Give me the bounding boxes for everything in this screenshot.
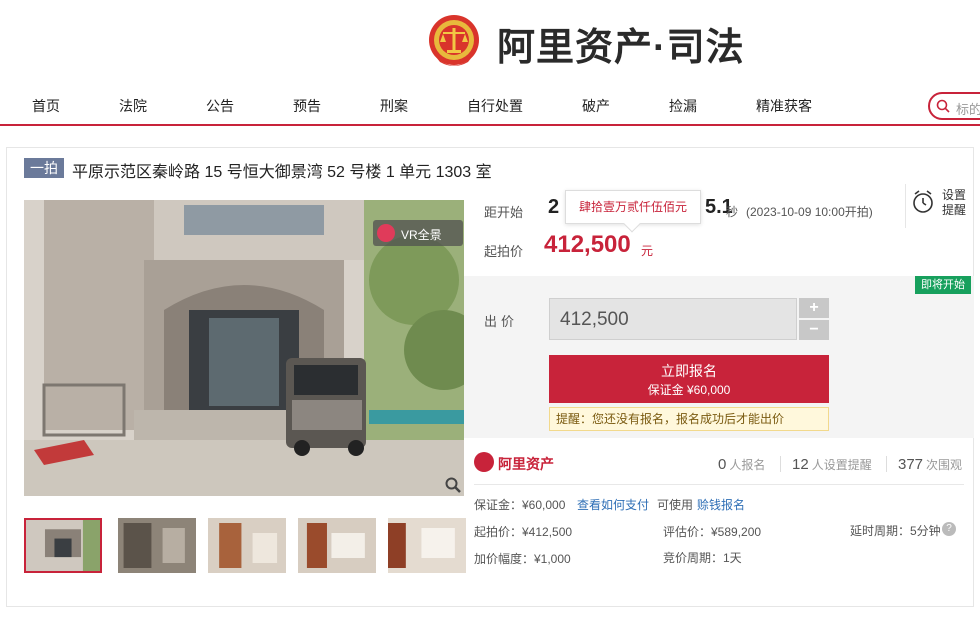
deposit-info: 保证金：¥60,000	[474, 498, 566, 512]
zero-deposit-link[interactable]: 赊钱报名	[697, 496, 745, 513]
start-price-value: 412,500	[544, 231, 631, 258]
help-icon[interactable]: ?	[942, 522, 956, 536]
zoom-icon[interactable]	[444, 476, 462, 494]
bid-label: 出价	[484, 314, 519, 329]
ali-assets-logo-text: 阿里资产	[498, 456, 554, 472]
bid-increase-button[interactable]: +	[799, 298, 829, 318]
reminder-count-label: 人设置提醒	[811, 458, 872, 472]
bid-decrease-button[interactable]: −	[799, 320, 829, 340]
auction-title: 平原示范区秦岭路 15 号恒大御景湾 52 号楼 1 单元 1303 室	[72, 164, 492, 181]
search-placeholder: 标的	[956, 102, 980, 117]
start-price-unit: 元	[641, 244, 654, 258]
can-use-label: 可使用	[657, 498, 694, 512]
registered-label: 人报名	[729, 458, 766, 472]
vr-tour-button[interactable]: VR全景	[373, 220, 463, 246]
nav-item-preview[interactable]: 预告	[293, 96, 321, 116]
vr-icon	[377, 224, 395, 242]
auction-start-time: (2023-10-09 10:00开拍)	[746, 205, 873, 219]
register-label: 立即报名	[661, 363, 717, 379]
registration-hint: 提醒：您还没有报名，报名成功后才能出价	[549, 407, 829, 431]
tooltip-text: 肆拾壹万贰仟伍佰元	[578, 200, 687, 214]
section-divider	[474, 484, 964, 485]
nav-item-notice[interactable]: 公告	[206, 96, 234, 116]
status-badge: 即将开始	[915, 276, 971, 294]
increment-info: 加价幅度：¥1,000	[474, 552, 571, 566]
appraisal-info: 评估价：¥589,200	[663, 525, 762, 539]
thumbnail-2[interactable]	[118, 518, 196, 573]
views-count: 377 次围观	[898, 456, 962, 473]
nav-item-bargain[interactable]: 捡漏	[669, 96, 697, 116]
delay-period-info: 延时周期：5分钟	[850, 524, 941, 538]
bid-cycle-info: 竞价周期：1天	[663, 551, 742, 565]
reminder-label-2: 提醒	[942, 203, 967, 217]
start-price-info: 起拍价：¥412,500	[474, 525, 573, 539]
nav-item-leads[interactable]: 精准获客	[756, 96, 812, 116]
court-emblem-icon	[429, 15, 479, 66]
thumbnail-5[interactable]	[388, 518, 466, 573]
how-to-pay-link[interactable]: 查看如何支付	[577, 496, 649, 513]
search-input[interactable]: 标的	[928, 92, 980, 120]
reminder-number: 12	[792, 456, 809, 473]
views-number: 377	[898, 456, 924, 473]
thumbnail-4[interactable]	[298, 518, 376, 573]
countdown-seconds-unit: 秒	[726, 205, 739, 219]
thumbnail-3[interactable]	[208, 518, 286, 573]
nav-item-self-disposal[interactable]: 自行处置	[467, 96, 523, 116]
nav-item-criminal[interactable]: 刑案	[380, 96, 408, 116]
thumbnail-1[interactable]	[24, 518, 102, 573]
main-nav: 首页 法院 公告 预告 刑案 自行处置 破产 捡漏 精准获客	[0, 88, 980, 126]
views-label: 次围观	[926, 458, 963, 472]
vr-label: VR全景	[401, 228, 442, 242]
countdown-prefix: 2	[548, 196, 560, 218]
brand-logo-text: 阿里资产·司法	[497, 27, 745, 69]
register-now-button[interactable]: 立即报名 保证金 ¥60,000	[549, 355, 829, 403]
set-reminder-button[interactable]: 设置 提醒	[905, 184, 975, 228]
search-icon	[936, 99, 950, 113]
registered-number: 0	[718, 456, 727, 473]
nav-item-court[interactable]: 法院	[119, 96, 147, 116]
start-price-label: 起拍价	[484, 244, 524, 259]
registered-count: 0 人报名	[718, 456, 765, 473]
auction-round-badge: 一拍	[24, 158, 64, 178]
nav-item-home[interactable]: 首页	[32, 96, 60, 116]
price-uppercase-tooltip: 肆拾壹万贰仟伍佰元	[565, 190, 701, 233]
stat-divider	[886, 456, 887, 472]
bid-price-input[interactable]: 412,500	[549, 298, 797, 340]
ali-assets-logo-icon	[474, 452, 494, 472]
reminder-count: 12 人设置提醒	[792, 456, 872, 473]
alarm-clock-icon	[913, 190, 933, 213]
register-deposit: 保证金 ¥60,000	[647, 383, 731, 397]
stat-divider	[780, 456, 781, 472]
countdown-label: 距开始	[484, 205, 524, 220]
nav-item-bankruptcy[interactable]: 破产	[582, 96, 610, 116]
